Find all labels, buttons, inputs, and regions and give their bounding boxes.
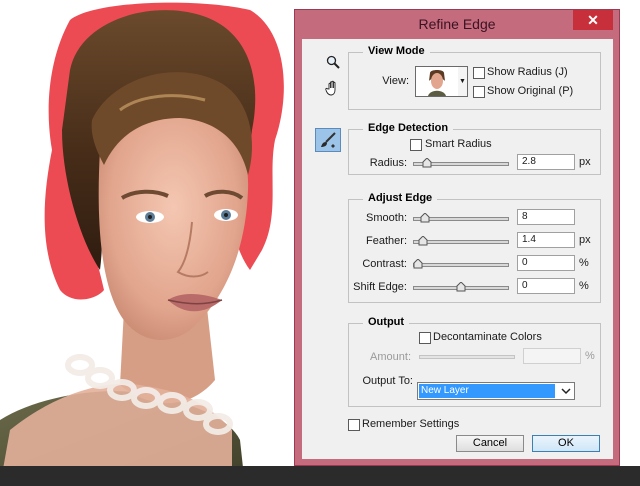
magnifier-icon [326, 55, 340, 69]
refine-edge-dialog: Refine Edge ✕ View Mode View: ▼ Show Rad… [294, 9, 620, 466]
output-to-select[interactable]: New Layer [417, 382, 575, 400]
dialog-title: Refine Edge [418, 16, 496, 32]
shift-edge-slider-thumb[interactable] [456, 281, 466, 292]
slider-thumb-icon [420, 212, 430, 223]
contrast-unit: % [579, 257, 589, 269]
brush-icon [321, 132, 336, 148]
output-to-label: Output To: [362, 375, 413, 387]
hand-tool-button[interactable] [322, 77, 344, 99]
decontaminate-colors-checkbox[interactable] [419, 332, 431, 344]
feather-label: Feather: [366, 235, 407, 247]
smooth-label: Smooth: [366, 212, 407, 224]
status-strip [0, 466, 640, 486]
smooth-slider-thumb[interactable] [420, 212, 430, 223]
radius-input[interactable]: 2.8 [517, 154, 575, 170]
shift-edge-label: Shift Edge: [353, 281, 407, 293]
edge-detection-group: Edge Detection Smart Radius Radius: 2.8 … [348, 122, 601, 175]
dialog-body: View Mode View: ▼ Show Radius (J) Show O… [302, 39, 613, 459]
adjust-edge-group: Adjust Edge Smooth: 8 Feather: 1.4 px Co… [348, 192, 601, 303]
cancel-button[interactable]: Cancel [456, 435, 524, 452]
amount-label: Amount: [370, 351, 411, 363]
portrait-photo [0, 0, 298, 486]
dropdown-arrow-icon: ▼ [459, 78, 466, 85]
amount-input [523, 348, 581, 364]
contrast-slider-track[interactable] [413, 263, 509, 267]
refine-radius-tool-button[interactable] [315, 128, 341, 152]
shift-edge-input[interactable]: 0 [517, 278, 575, 294]
chevron-down-icon [561, 388, 571, 395]
view-mode-dropdown[interactable]: ▼ [458, 66, 468, 97]
show-radius-label: Show Radius (J) [487, 66, 568, 78]
output-to-value: New Layer [419, 384, 555, 398]
show-original-label: Show Original (P) [487, 85, 574, 97]
hand-icon [325, 80, 336, 96]
zoom-tool-button[interactable] [322, 51, 344, 73]
feather-unit: px [579, 234, 591, 246]
smart-radius-checkbox[interactable] [410, 139, 422, 151]
shift-edge-unit: % [579, 280, 589, 292]
slider-thumb-icon [422, 157, 432, 168]
contrast-slider-thumb[interactable] [413, 258, 423, 269]
view-label: View: [382, 75, 409, 87]
image-canvas[interactable] [0, 0, 298, 486]
title-bar[interactable]: Refine Edge ✕ [295, 10, 619, 36]
view-mode-title: View Mode [363, 45, 430, 57]
amount-slider-track [419, 355, 515, 359]
remember-settings-checkbox[interactable] [348, 419, 360, 431]
ok-button[interactable]: OK [532, 435, 600, 452]
radius-unit: px [579, 156, 591, 168]
slider-thumb-icon [418, 235, 428, 246]
adjust-edge-title: Adjust Edge [363, 192, 438, 204]
feather-slider-thumb[interactable] [418, 235, 428, 246]
contrast-label: Contrast: [362, 258, 407, 270]
edge-detection-title: Edge Detection [363, 122, 454, 134]
contrast-input[interactable]: 0 [517, 255, 575, 271]
amount-unit: % [585, 350, 595, 362]
remember-settings-label: Remember Settings [362, 418, 460, 430]
view-mode-thumbnail[interactable] [415, 66, 459, 97]
view-thumbnail-icon [416, 67, 458, 96]
output-group: Output Decontaminate Colors Amount: % Ou… [348, 316, 601, 407]
feather-input[interactable]: 1.4 [517, 232, 575, 248]
radius-slider-thumb[interactable] [422, 157, 432, 168]
decontaminate-colors-label: Decontaminate Colors [433, 331, 542, 343]
show-original-checkbox[interactable] [473, 86, 485, 98]
close-icon: ✕ [587, 12, 599, 28]
slider-thumb-icon [456, 281, 466, 292]
view-mode-group: View Mode View: ▼ Show Radius (J) Show O… [348, 45, 601, 110]
radius-label: Radius: [369, 157, 407, 169]
smooth-input[interactable]: 8 [517, 209, 575, 225]
smart-radius-label: Smart Radius [425, 138, 492, 150]
output-title: Output [363, 316, 410, 328]
show-radius-checkbox[interactable] [473, 67, 485, 79]
close-button[interactable]: ✕ [573, 10, 613, 30]
slider-thumb-icon [413, 258, 423, 269]
